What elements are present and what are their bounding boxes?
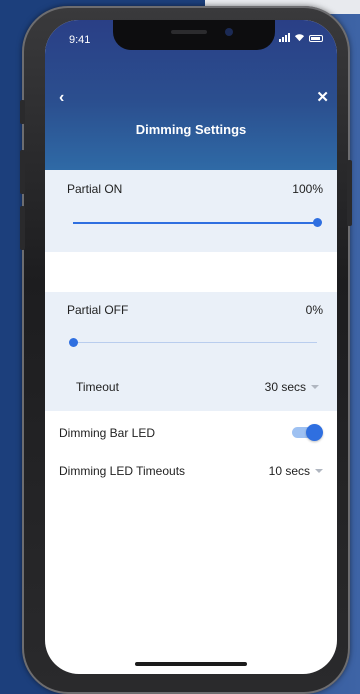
power-button — [347, 160, 352, 226]
battery-icon — [309, 35, 323, 42]
app-header: 9:41 ‹ ✕ Dimming Settings — [45, 20, 337, 170]
partial-off-slider-thumb[interactable] — [68, 338, 78, 347]
dimming-led-timeouts-dropdown[interactable]: 10 secs — [269, 464, 323, 478]
partial-off-slider-track[interactable] — [73, 342, 317, 343]
partial-on-slider-thumb[interactable] — [312, 218, 322, 227]
partial-off-value: 0% — [305, 303, 323, 317]
partial-on-section: Partial ON 100% — [45, 170, 337, 252]
home-indicator — [135, 662, 247, 666]
volume-up-button — [20, 150, 25, 194]
dimming-led-timeouts-value: 10 secs — [268, 464, 310, 478]
volume-down-button — [20, 206, 25, 250]
speaker — [171, 30, 207, 34]
chevron-down-icon — [315, 469, 323, 473]
partial-off-section: Partial OFF 0% Timeout 30 secs — [45, 292, 337, 411]
chevron-down-icon — [311, 385, 319, 389]
phone-screen: 9:41 ‹ ✕ Dimming Settings Partial ON 100… — [45, 20, 337, 674]
timeout-label: Timeout — [76, 380, 119, 394]
partial-off-label: Partial OFF — [67, 303, 129, 317]
dimming-bar-led-toggle[interactable] — [292, 424, 323, 441]
timeout-dropdown[interactable]: 30 secs — [265, 380, 319, 394]
camera — [225, 28, 233, 36]
notch — [113, 20, 275, 50]
partial-on-slider-track[interactable] — [73, 222, 317, 224]
page-title: Dimming Settings — [135, 122, 247, 137]
timeout-value: 30 secs — [264, 380, 306, 394]
dimming-bar-led-label: Dimming Bar LED — [59, 426, 156, 440]
toggle-knob — [306, 424, 323, 441]
mute-switch — [20, 100, 25, 124]
partial-on-label: Partial ON — [67, 182, 123, 196]
signal-icon — [279, 33, 290, 42]
close-icon[interactable]: ✕ — [316, 90, 329, 106]
status-time: 9:41 — [69, 34, 91, 46]
status-icons — [279, 33, 323, 42]
partial-on-value: 100% — [292, 182, 323, 196]
chevron-left-icon[interactable]: ‹ — [59, 90, 64, 106]
wifi-icon — [294, 34, 305, 42]
dimming-led-timeouts-label: Dimming LED Timeouts — [59, 464, 186, 478]
